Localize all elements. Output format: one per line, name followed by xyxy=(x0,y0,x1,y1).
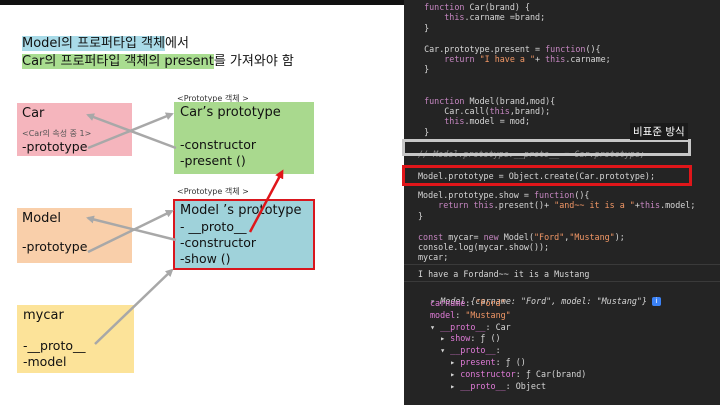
model-proto-title: Model ’s prototype xyxy=(180,203,302,218)
car-prop: -prototype xyxy=(22,139,88,154)
tree-line-0: carname: "Ford" xyxy=(430,298,506,308)
console-separator-2 xyxy=(404,281,720,282)
nonstandard-label: 비표준 방식 xyxy=(630,123,688,140)
heading-line-1-highlight: Model의 프로퍼타입 객체 xyxy=(22,36,165,51)
car-box: Car <Car의 속성 중 1> -prototype xyxy=(17,103,132,156)
car-proto-title: Car’s prototype xyxy=(180,105,281,120)
heading-line-1-rest: 에서 xyxy=(164,36,189,51)
heading-line-2: Car의 프로퍼타입 객체의 present를 가져와야 함 xyxy=(22,53,294,70)
model-proto-constructor: -constructor xyxy=(180,235,256,250)
code-line-1: this.carname =brand; xyxy=(444,12,546,23)
nonstandard-frame xyxy=(402,139,691,156)
tree-line-2: ▾ __proto__: Car xyxy=(430,321,511,332)
heading-line-1: Model의 프로퍼타입 객체에서 xyxy=(22,35,189,52)
code-line-9: function Model(brand,mod){ xyxy=(424,95,556,106)
model-prototype-box: Model ’s prototype - __proto__ -construc… xyxy=(173,199,315,270)
model-box: Model -prototype xyxy=(17,208,132,263)
console-separator-1 xyxy=(404,264,720,265)
top-bar xyxy=(0,0,404,5)
car-note: <Car의 속성 중 1> xyxy=(22,129,92,138)
code-line-4: Car.prototype.present = function(){ xyxy=(414,43,601,54)
code-line-10: Car.call(this,brand); xyxy=(414,106,551,116)
highlight-frame xyxy=(402,165,692,186)
tree-line-5: ▸ present: ƒ () xyxy=(430,357,526,367)
heading-line-2-highlight: Car의 프로퍼타입 객체의 present xyxy=(22,54,214,69)
car-proto-constructor: -constructor xyxy=(180,137,256,152)
code-line-2: } xyxy=(414,22,430,33)
code-line-6: } xyxy=(414,64,430,75)
dev-console[interactable]: function Car(brand) { this.carname =bran… xyxy=(404,0,720,405)
code-line-b-6: mycar; xyxy=(418,252,449,263)
mycar-model: -model xyxy=(23,354,67,369)
code-line-b-0: Model.prototype.show = function(){ xyxy=(418,190,590,200)
code-line-b-1: return this.present()+ "and~~ it is a "+… xyxy=(438,200,696,211)
code-line-b-2: } xyxy=(418,210,424,221)
model-prop: -prototype xyxy=(22,239,88,254)
tree-line-7: ▸ __proto__: Object xyxy=(430,380,546,391)
mycar-title: mycar xyxy=(23,308,64,323)
mycar-box: mycar -__proto__ -model xyxy=(17,305,134,373)
car-proto-present: -present () xyxy=(180,153,246,168)
tree-line-1: model: "Mustang" xyxy=(430,309,511,320)
console-output: I have a Fordand~~ it is a Mustang xyxy=(418,269,590,279)
model-title: Model xyxy=(22,211,62,226)
mycar-proto: -__proto__ xyxy=(23,338,86,353)
code-line-b-4: const mycar= new Model("Ford","Mustang")… xyxy=(418,231,625,242)
car-prototype-box: Car’s prototype -constructor -present () xyxy=(174,102,314,174)
model-proto-caption: <Prototype 객체 > xyxy=(177,187,249,196)
car-title: Car xyxy=(22,106,45,121)
code-line-b-5: console.log(mycar.show()); xyxy=(418,242,550,252)
tree-line-4: ▾ __proto__: xyxy=(430,345,501,356)
heading-line-2-rest: 를 가져와야 함 xyxy=(213,54,294,69)
code-line-0: function Car(brand) { xyxy=(424,2,530,12)
model-proto-proto: - __proto__ xyxy=(180,219,247,234)
model-proto-show: -show () xyxy=(180,251,231,266)
code-line-5: return "I have a "+ this.carname; xyxy=(444,54,611,64)
tree-line-6: ▸ constructor: ƒ Car(brand) xyxy=(430,368,587,379)
tree-line-3: ▸ show: ƒ () xyxy=(430,333,501,344)
